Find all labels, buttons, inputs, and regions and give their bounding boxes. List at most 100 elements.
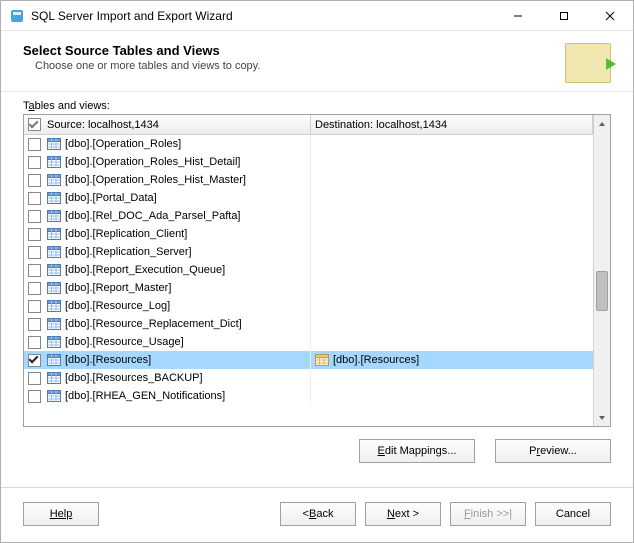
source-column-header[interactable]: Source: localhost,1434	[24, 115, 311, 134]
scroll-down-button[interactable]	[594, 409, 610, 426]
destination-cell[interactable]	[311, 153, 593, 171]
tables-grid: Source: localhost,1434 Destination: loca…	[23, 114, 611, 427]
source-cell: [dbo].[Replication_Server]	[24, 243, 311, 261]
row-checkbox[interactable]	[28, 318, 41, 331]
source-name: [dbo].[Resources]	[65, 354, 151, 366]
row-checkbox[interactable]	[28, 372, 41, 385]
table-icon	[47, 336, 61, 348]
table-row[interactable]: [dbo].[Resources] [dbo].[Resources]	[24, 351, 593, 369]
back-button[interactable]: < Back	[280, 502, 356, 526]
destination-cell[interactable]	[311, 189, 593, 207]
table-row[interactable]: [dbo].[Portal_Data]	[24, 189, 593, 207]
maximize-button[interactable]	[541, 1, 587, 30]
select-all-checkbox[interactable]	[28, 118, 41, 131]
destination-cell[interactable]	[311, 387, 593, 405]
row-checkbox[interactable]	[28, 336, 41, 349]
destination-cell[interactable]	[311, 243, 593, 261]
wizard-graphic-icon	[565, 43, 611, 83]
row-checkbox[interactable]	[28, 210, 41, 223]
destination-cell[interactable]	[311, 135, 593, 153]
scroll-track[interactable]	[594, 132, 610, 409]
minimize-button[interactable]	[495, 1, 541, 30]
table-row[interactable]: [dbo].[Resource_Usage]	[24, 333, 593, 351]
source-cell: [dbo].[Resource_Replacement_Dict]	[24, 315, 311, 333]
row-checkbox[interactable]	[28, 192, 41, 205]
table-row[interactable]: [dbo].[Report_Master]	[24, 279, 593, 297]
destination-column-header[interactable]: Destination: localhost,1434	[311, 115, 593, 134]
destination-cell[interactable]	[311, 333, 593, 351]
destination-cell[interactable]	[311, 297, 593, 315]
destination-cell[interactable]: [dbo].[Resources]	[311, 351, 593, 369]
page-subtitle: Choose one or more tables and views to c…	[23, 60, 557, 72]
row-checkbox[interactable]	[28, 228, 41, 241]
source-name: [dbo].[Report_Execution_Queue]	[65, 264, 225, 276]
edit-mappings-button[interactable]: Edit Mappings...	[359, 439, 475, 463]
table-icon	[47, 354, 61, 366]
source-name: [dbo].[Report_Master]	[65, 282, 171, 294]
source-cell: [dbo].[Resource_Log]	[24, 297, 311, 315]
row-checkbox[interactable]	[28, 138, 41, 151]
table-icon	[47, 192, 61, 204]
close-button[interactable]	[587, 1, 633, 30]
destination-cell[interactable]	[311, 225, 593, 243]
source-cell: [dbo].[Portal_Data]	[24, 189, 311, 207]
row-checkbox[interactable]	[28, 300, 41, 313]
vertical-scrollbar[interactable]	[593, 115, 610, 426]
source-name: [dbo].[Portal_Data]	[65, 192, 157, 204]
next-button[interactable]: Next >	[365, 502, 441, 526]
row-checkbox[interactable]	[28, 354, 41, 367]
source-cell: [dbo].[Resources_BACKUP]	[24, 369, 311, 387]
destination-cell[interactable]	[311, 369, 593, 387]
table-row[interactable]: [dbo].[Operation_Roles_Hist_Detail]	[24, 153, 593, 171]
table-row[interactable]: [dbo].[Resource_Log]	[24, 297, 593, 315]
table-row[interactable]: [dbo].[Replication_Client]	[24, 225, 593, 243]
table-icon	[47, 138, 61, 150]
row-checkbox[interactable]	[28, 390, 41, 403]
source-name: [dbo].[RHEA_GEN_Notifications]	[65, 390, 225, 402]
destination-cell[interactable]	[311, 279, 593, 297]
table-icon	[47, 282, 61, 294]
table-row[interactable]: [dbo].[Operation_Roles_Hist_Master]	[24, 171, 593, 189]
table-row[interactable]: [dbo].[Operation_Roles]	[24, 135, 593, 153]
scroll-thumb[interactable]	[596, 271, 608, 311]
help-button[interactable]: Help	[23, 502, 99, 526]
source-cell: [dbo].[Report_Execution_Queue]	[24, 261, 311, 279]
row-checkbox[interactable]	[28, 246, 41, 259]
source-name: [dbo].[Operation_Roles]	[65, 138, 181, 150]
source-cell: [dbo].[Operation_Roles_Hist_Master]	[24, 171, 311, 189]
scroll-up-button[interactable]	[594, 115, 610, 132]
source-cell: [dbo].[Resources]	[24, 351, 311, 369]
row-checkbox[interactable]	[28, 156, 41, 169]
wizard-body: Tables and views: Source: localhost,1434…	[1, 92, 633, 473]
table-icon	[47, 246, 61, 258]
table-icon	[47, 390, 61, 402]
table-row[interactable]: [dbo].[Report_Execution_Queue]	[24, 261, 593, 279]
source-name: [dbo].[Resource_Usage]	[65, 336, 184, 348]
app-icon	[9, 8, 25, 24]
source-cell: [dbo].[Operation_Roles]	[24, 135, 311, 153]
destination-cell[interactable]	[311, 171, 593, 189]
table-row[interactable]: [dbo].[Resource_Replacement_Dict]	[24, 315, 593, 333]
table-row[interactable]: [dbo].[Rel_DOC_Ada_Parsel_Pafta]	[24, 207, 593, 225]
row-checkbox[interactable]	[28, 282, 41, 295]
row-checkbox[interactable]	[28, 174, 41, 187]
finish-button[interactable]: Finish >>|	[450, 502, 526, 526]
source-cell: [dbo].[Operation_Roles_Hist_Detail]	[24, 153, 311, 171]
table-row[interactable]: [dbo].[Resources_BACKUP]	[24, 369, 593, 387]
cancel-button[interactable]: Cancel	[535, 502, 611, 526]
source-name: [dbo].[Resource_Replacement_Dict]	[65, 318, 242, 330]
wizard-header: Select Source Tables and Views Choose on…	[1, 31, 633, 92]
row-checkbox[interactable]	[28, 264, 41, 277]
tables-views-label: Tables and views:	[23, 100, 611, 112]
table-icon	[47, 318, 61, 330]
destination-cell[interactable]	[311, 261, 593, 279]
table-row[interactable]: [dbo].[RHEA_GEN_Notifications]	[24, 387, 593, 405]
preview-button[interactable]: Preview...	[495, 439, 611, 463]
destination-cell[interactable]	[311, 207, 593, 225]
destination-cell[interactable]	[311, 315, 593, 333]
table-icon	[47, 300, 61, 312]
table-row[interactable]: [dbo].[Replication_Server]	[24, 243, 593, 261]
source-cell: [dbo].[Report_Master]	[24, 279, 311, 297]
new-table-icon	[315, 354, 329, 366]
wizard-footer: Help < Back Next > Finish >>| Cancel	[1, 488, 633, 542]
